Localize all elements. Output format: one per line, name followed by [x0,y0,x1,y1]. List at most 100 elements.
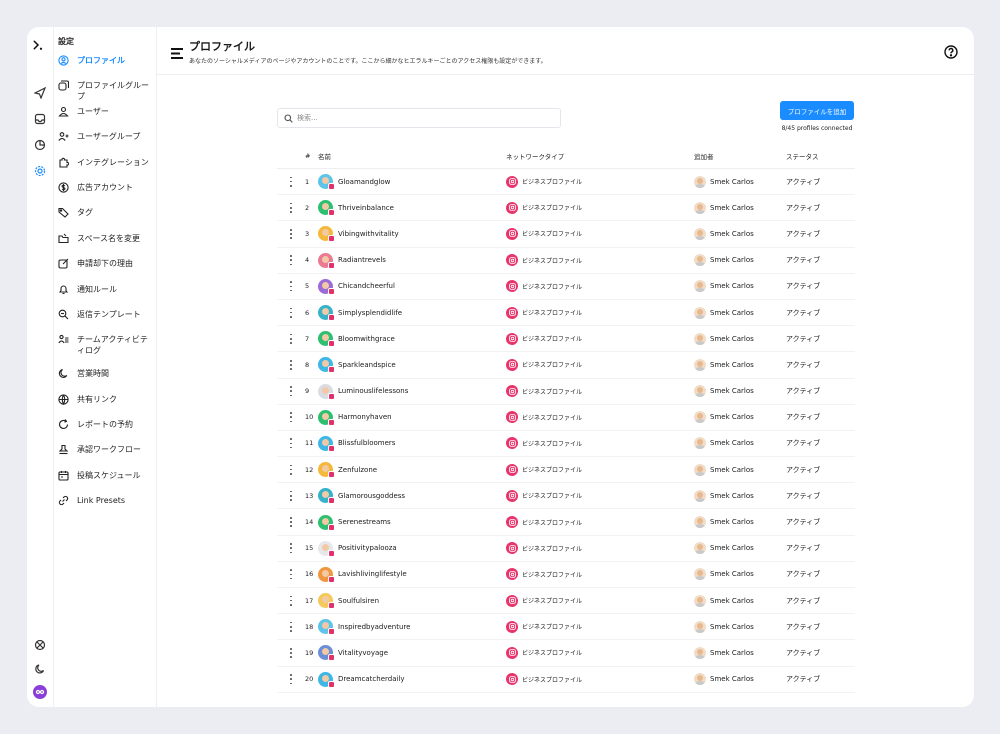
inbox-icon[interactable] [32,111,48,127]
profile-name[interactable]: Positivitypalooza [338,544,397,552]
profile-name[interactable]: Serenestreams [338,518,391,526]
table-row[interactable]: 17 Soulfulsiren ビジネスプロファイル Smek Carlos アクティブ [277,588,855,615]
header-status[interactable]: ステータス [786,151,854,161]
menu-item-folder[interactable]: スペース名を変更 [54,233,156,258]
profile-name[interactable]: Glamorousgoddess [338,492,405,500]
row-menu-icon[interactable] [290,202,293,213]
user-icon [58,106,69,117]
link-icon [58,495,69,506]
help-circle-icon[interactable] [32,637,48,653]
profile-name[interactable]: Gloamandglow [338,178,390,186]
profile-name[interactable]: Dreamcatcherdaily [338,675,405,683]
row-menu-icon[interactable] [290,281,293,292]
profile-name[interactable]: Chicandcheerful [338,282,395,290]
profile-name[interactable]: Bloomwithgrace [338,335,395,343]
table-row[interactable]: 16 Lavishlivinglifestyle ビジネスプロファイル Smek Ca… [277,562,855,588]
menu-item-dollar[interactable]: 広告アカウント [54,182,156,207]
profile-name[interactable]: Sparkleandspice [338,361,396,369]
row-menu-icon[interactable] [290,647,293,658]
table-row[interactable]: 9 Luminouslifelessons ビジネスプロファイル Smek Carlo… [277,379,855,405]
profile-name[interactable]: Thriveinbalance [338,204,394,212]
row-menu-icon[interactable] [290,595,293,606]
profile-name[interactable]: Vibingwithvitality [338,230,399,238]
menu-item-edit[interactable]: 申請却下の理由 [54,258,156,283]
row-menu-icon[interactable] [290,490,293,501]
table-row[interactable]: 15 Positivitypalooza ビジネスプロファイル Smek Carlos… [277,536,855,562]
add-profile-button[interactable]: プロファイルを追加 [780,101,854,120]
settings-icon[interactable] [32,163,48,179]
menu-item-link[interactable]: Link Presets [54,495,156,529]
table-row[interactable]: 18 Inspiredbyadventure ビジネスプロファイル Smek Carl… [277,614,855,641]
table-row[interactable]: 11 Blissfulbloomers ビジネスプロファイル Smek Carlos ア… [277,431,855,458]
header-name[interactable]: 名前 [318,151,506,161]
added-by-avatar [694,542,706,555]
table-row[interactable]: 19 Vitalityvoyage ビジネスプロファイル Smek Carlos アクテ… [277,640,855,667]
menu-item-moon[interactable]: 営業時間 [54,368,156,393]
row-menu-icon[interactable] [290,543,293,554]
profile-name[interactable]: Blissfulbloomers [338,439,395,447]
menu-item-puzzle[interactable]: インテグレーション [54,157,156,182]
table-row[interactable]: 3 Vibingwithvitality ビジネスプロファイル Smek Carlos… [277,221,855,248]
analytics-icon[interactable] [32,137,48,153]
row-menu-icon[interactable] [290,464,293,475]
profile-name[interactable]: Zenfulzone [338,466,377,474]
help-icon[interactable] [944,44,958,59]
row-menu-icon[interactable] [290,255,293,266]
header-added-by[interactable]: 追加者 [694,151,786,161]
menu-item-user-group[interactable]: ユーザーグループ [54,131,156,156]
hamburger-icon[interactable] [171,44,183,59]
profile-name[interactable]: Inspiredbyadventure [338,623,410,631]
row-menu-icon[interactable] [290,621,293,632]
table-row[interactable]: 12 Zenfulzone ビジネスプロファイル Smek Carlos アクティブ [277,457,855,484]
row-menu-icon[interactable] [290,412,293,423]
send-icon[interactable] [32,85,48,101]
row-menu-icon[interactable] [290,228,293,239]
search-input[interactable] [297,114,547,122]
profile-avatar [318,488,335,505]
row-menu-icon[interactable] [290,674,293,685]
table-row[interactable]: 6 Simplysplendidlife ビジネスプロファイル Smek Carlos… [277,300,855,327]
menu-item-stamp[interactable]: 承認ワークフロー [54,444,156,469]
menu-item-calendar[interactable]: 投稿スケジュール [54,470,156,495]
logo-icon[interactable] [32,39,48,55]
menu-item-tag[interactable]: タグ [54,207,156,232]
row-menu-icon[interactable] [290,307,293,318]
row-menu-icon[interactable] [290,517,293,528]
row-menu-icon[interactable] [290,438,293,449]
profile-name[interactable]: Lavishlivinglifestyle [338,570,407,578]
search-box[interactable] [277,108,561,128]
menu-item-refresh[interactable]: レポートの予約 [54,419,156,444]
profile-name[interactable]: Vitalityvoyage [338,649,388,657]
menu-item-user[interactable]: ユーザー [54,106,156,131]
row-menu-icon[interactable] [290,386,293,397]
table-row[interactable]: 13 Glamorousgoddess ビジネスプロファイル Smek Carlos ア… [277,483,855,510]
menu-item-globe[interactable]: 共有リンク [54,394,156,419]
table-row[interactable]: 1 Gloamandglow ビジネスプロファイル Smek Carlos アクティブ [277,169,855,196]
menu-item-template[interactable]: 返信テンプレート [54,309,156,334]
profile-name[interactable]: Luminouslifelessons [338,387,408,395]
table-row[interactable]: 5 Chicandcheerful ビジネスプロファイル Smek Carlos アクテ… [277,274,855,300]
row-menu-icon[interactable] [290,359,293,370]
dark-mode-icon[interactable] [32,661,48,677]
table-row[interactable]: 8 Sparkleandspice ビジネスプロファイル Smek Carlos アクテ… [277,352,855,379]
menu-item-bell[interactable]: 通知ルール [54,284,156,309]
user-avatar-icon[interactable] [33,685,47,699]
header-network[interactable]: ネットワークタイプ [506,151,694,161]
profile-name[interactable]: Harmonyhaven [338,413,392,421]
profile-name[interactable]: Radiantrevels [338,256,386,264]
table-row[interactable]: 2 Thriveinbalance ビジネスプロファイル Smek Carlos アクテ… [277,195,855,222]
network-type: ビジネスプロファイル [522,283,583,291]
table-row[interactable]: 4 Radiantrevels ビジネスプロファイル Smek Carlos アクティブ [277,248,855,274]
table-row[interactable]: 10 Harmonyhaven ビジネスプロファイル Smek Carlos アクティブ [277,405,855,431]
profile-name[interactable]: Simplysplendidlife [338,309,402,317]
menu-item-activity[interactable]: チームアクティビティログ [54,334,156,368]
table-row[interactable]: 7 Bloomwithgrace ビジネスプロファイル Smek Carlos アクティ… [277,326,855,353]
table-row[interactable]: 20 Dreamcatcherdaily ビジネスプロファイル Smek Carlos… [277,667,855,693]
menu-item-profile[interactable]: プロファイル [54,55,156,80]
profile-name[interactable]: Soulfulsiren [338,597,379,605]
menu-item-profile-group[interactable]: プロファイルグループ [54,80,156,105]
table-row[interactable]: 14 Serenestreams ビジネスプロファイル Smek Carlos アクティ… [277,509,855,536]
row-menu-icon[interactable] [290,569,293,580]
row-menu-icon[interactable] [290,176,293,187]
row-menu-icon[interactable] [290,333,293,344]
